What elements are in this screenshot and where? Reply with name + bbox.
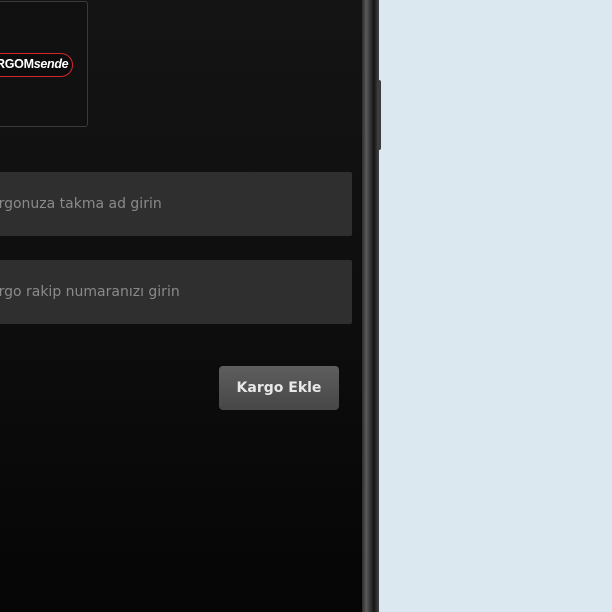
logo-card: RGOMsende <box>0 1 88 127</box>
phone-side-button <box>377 80 381 150</box>
nickname-input[interactable] <box>0 172 352 236</box>
nickname-field[interactable] <box>0 172 352 236</box>
tracking-field[interactable] <box>0 260 352 324</box>
app-screen: RGOMsende Kargo Ekle <box>0 0 362 612</box>
logo-wordmark: RGOMsende <box>0 57 69 71</box>
logo-text-main: RGOM <box>0 57 34 71</box>
logo-text-em: sende <box>33 57 69 71</box>
add-cargo-button[interactable]: Kargo Ekle <box>219 366 339 410</box>
tracking-number-input[interactable] <box>0 260 352 324</box>
brand-logo: RGOMsende <box>0 53 73 77</box>
